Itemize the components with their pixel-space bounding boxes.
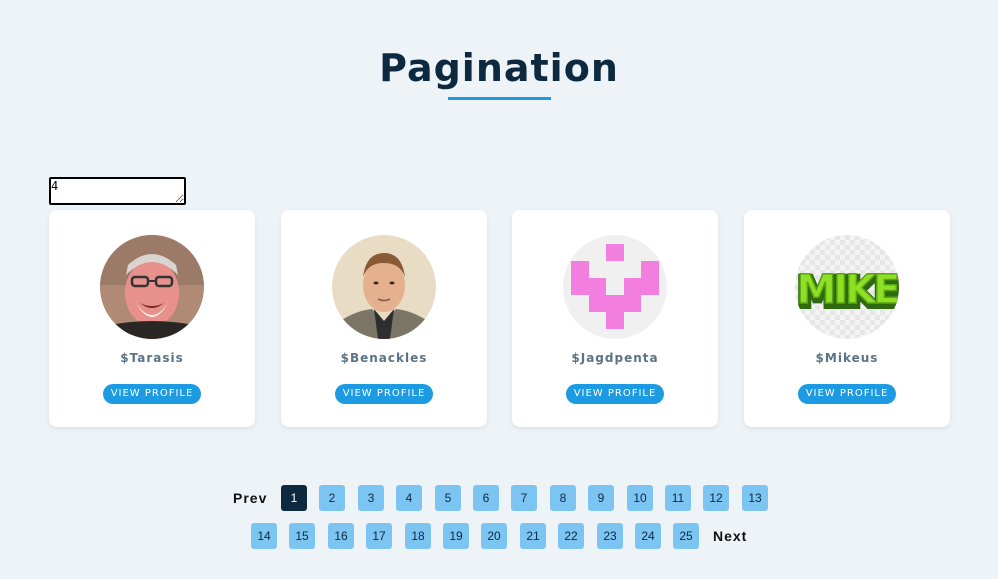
page-7-button[interactable]: 7 [511,485,537,511]
avatar: MIKE MIKE [795,235,899,339]
svg-text:MIKE: MIKE [796,267,898,313]
page-19-button[interactable]: 19 [443,523,469,549]
profile-card: $Benackles VIEW PROFILE [281,210,487,427]
page-11-button[interactable]: 11 [665,485,691,511]
page-17-button[interactable]: 17 [366,523,392,549]
page-5-button[interactable]: 5 [435,485,461,511]
page-13-button[interactable]: 13 [742,485,768,511]
prev-button[interactable]: Prev [233,485,267,511]
page-9-button[interactable]: 9 [588,485,614,511]
page-3-button[interactable]: 3 [358,485,384,511]
page-12-button[interactable]: 12 [703,485,729,511]
page-10-button[interactable]: 10 [627,485,653,511]
avatar [332,235,436,339]
page-16-button[interactable]: 16 [328,523,354,549]
page-1-button[interactable]: 1 [281,485,307,511]
page-4-button[interactable]: 4 [396,485,422,511]
profile-card: $Tarasis VIEW PROFILE [49,210,255,427]
view-profile-button[interactable]: VIEW PROFILE [103,384,201,404]
next-button[interactable]: Next [713,523,747,549]
profile-card: MIKE MIKE $Mikeus VIEW PROFILE [744,210,950,427]
page-23-button[interactable]: 23 [597,523,623,549]
avatar [563,235,667,339]
page-18-button[interactable]: 18 [405,523,431,549]
view-profile-button[interactable]: VIEW PROFILE [798,384,896,404]
items-per-page-input[interactable]: 4 [49,177,186,205]
page-8-button[interactable]: 8 [550,485,576,511]
page-2-button[interactable]: 2 [319,485,345,511]
username: $Jagdpenta [571,351,659,365]
title-underline [448,97,551,100]
page-22-button[interactable]: 22 [558,523,584,549]
page-21-button[interactable]: 21 [520,523,546,549]
profile-card: $Jagdpenta VIEW PROFILE [512,210,718,427]
username: $Tarasis [120,351,184,365]
username: $Mikeus [815,351,879,365]
view-profile-button[interactable]: VIEW PROFILE [335,384,433,404]
avatar [100,235,204,339]
page-25-button[interactable]: 25 [673,523,699,549]
page-14-button[interactable]: 14 [251,523,277,549]
page-15-button[interactable]: 15 [289,523,315,549]
page-title: Pagination [379,46,619,90]
page: Pagination 4 $Tarasis VIEW PROFILE $Bena… [0,0,998,579]
page-24-button[interactable]: 24 [635,523,661,549]
page-6-button[interactable]: 6 [473,485,499,511]
view-profile-button[interactable]: VIEW PROFILE [566,384,664,404]
page-20-button[interactable]: 20 [481,523,507,549]
username: $Benackles [340,351,428,365]
